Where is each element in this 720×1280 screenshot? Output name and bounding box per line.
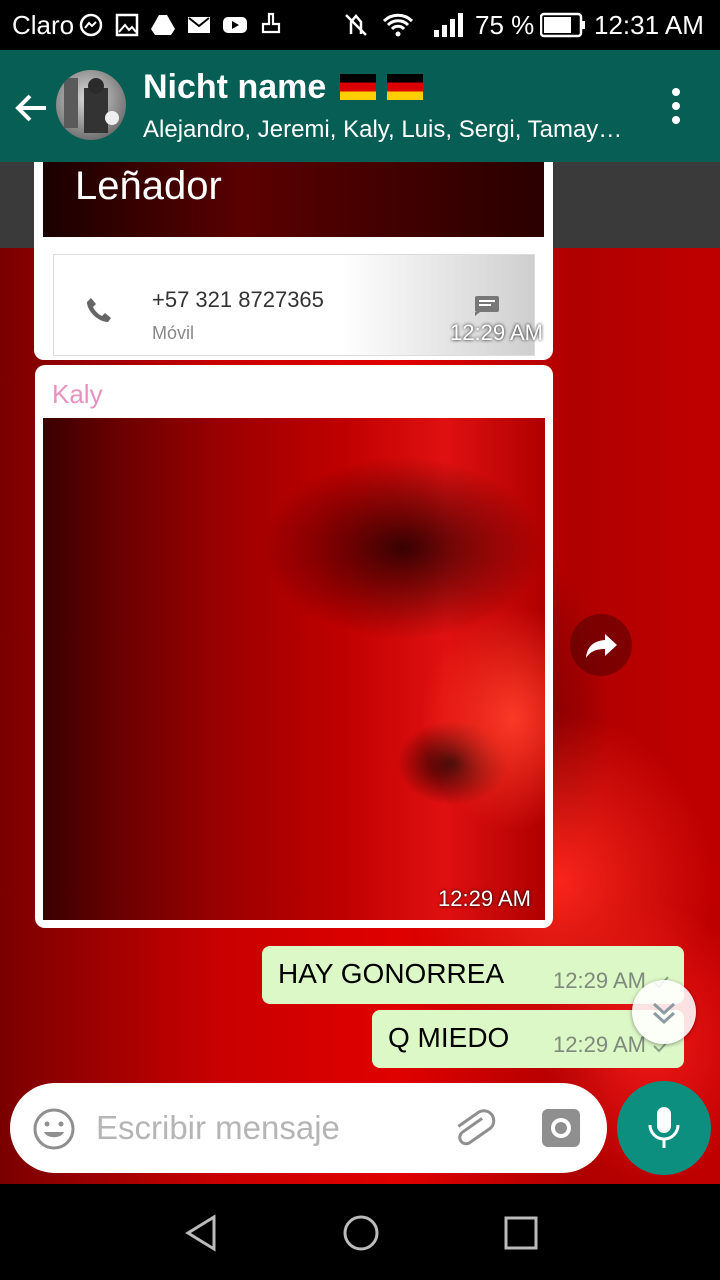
contact-phone-number: +57 321 8727365 (152, 287, 324, 312)
drive-icon (151, 15, 175, 35)
phone-icon[interactable] (84, 295, 114, 325)
nav-recents-icon[interactable] (500, 1212, 542, 1254)
nav-home-icon[interactable] (340, 1212, 382, 1254)
shared-photo[interactable]: 12:29 AM (43, 418, 545, 920)
chat-area[interactable]: Leñador +57 321 8727365 Móvil 12:29 AM K… (0, 162, 720, 1184)
forward-icon (586, 634, 617, 658)
contact-banner-name: Leñador (75, 164, 222, 208)
paperclip-icon[interactable] (450, 1107, 496, 1153)
system-nav-bar (0, 1184, 720, 1280)
cleaner-icon (261, 12, 281, 34)
carrier-label: Claro (12, 10, 75, 40)
scroll-to-bottom-button[interactable] (632, 980, 696, 1044)
message-icon[interactable] (474, 295, 500, 317)
microphone-icon (648, 1107, 680, 1148)
sender-name: Kaly (52, 379, 103, 409)
battery-percent: 75 % (475, 10, 535, 40)
signal-icon (434, 13, 463, 37)
message-time: 12:29 AM (450, 320, 543, 345)
flag-germany-icon (339, 74, 376, 100)
image-message[interactable]: Kaly 12:29 AM (35, 365, 553, 928)
contact-banner: Leñador (43, 162, 544, 237)
forward-button[interactable] (570, 614, 632, 676)
clock: 12:31 AM (594, 10, 704, 40)
message-composer: Escribir mensaje (10, 1083, 607, 1173)
chat-app-bar: Nicht name Alejandro, Jeremi, Kaly, Luis… (0, 50, 720, 162)
vibrate-off-icon (345, 14, 367, 36)
avatar-image (64, 78, 119, 133)
contact-card-message[interactable]: Leñador +57 321 8727365 Móvil 12:29 AM (34, 162, 553, 360)
message-text: HAY GONORREA (278, 958, 505, 989)
back-arrow-icon[interactable] (10, 86, 54, 130)
nav-back-icon[interactable] (180, 1212, 222, 1254)
messenger-icon (79, 13, 103, 37)
battery-icon (540, 12, 585, 38)
message-time: 12:29 AM (438, 886, 531, 911)
chat-title-text: Nicht name (143, 68, 327, 106)
double-chevron-down-icon (652, 1002, 676, 1025)
chat-title[interactable]: Nicht name (143, 68, 424, 107)
outgoing-message[interactable]: HAY GONORREA 12:29 AM (262, 946, 684, 1004)
camera-icon[interactable] (540, 1107, 582, 1149)
message-text: Q MIEDO (388, 1022, 510, 1053)
emoji-icon[interactable] (32, 1107, 76, 1151)
gmail-icon (188, 17, 210, 33)
contact-phone-type: Móvil (152, 323, 195, 343)
wifi-icon (382, 13, 414, 37)
overflow-menu-icon[interactable] (660, 84, 692, 128)
message-input[interactable]: Escribir mensaje (96, 1109, 340, 1147)
status-bar: Claro 75 % 12:31 AM (0, 0, 720, 50)
group-avatar[interactable] (56, 70, 126, 140)
flag-germany-icon (387, 74, 424, 100)
gallery-icon (115, 13, 139, 37)
chat-participants[interactable]: Alejandro, Jeremi, Kaly, Luis, Sergi, Ta… (143, 116, 643, 144)
voice-message-button[interactable] (617, 1081, 711, 1175)
youtube-icon (223, 17, 247, 33)
